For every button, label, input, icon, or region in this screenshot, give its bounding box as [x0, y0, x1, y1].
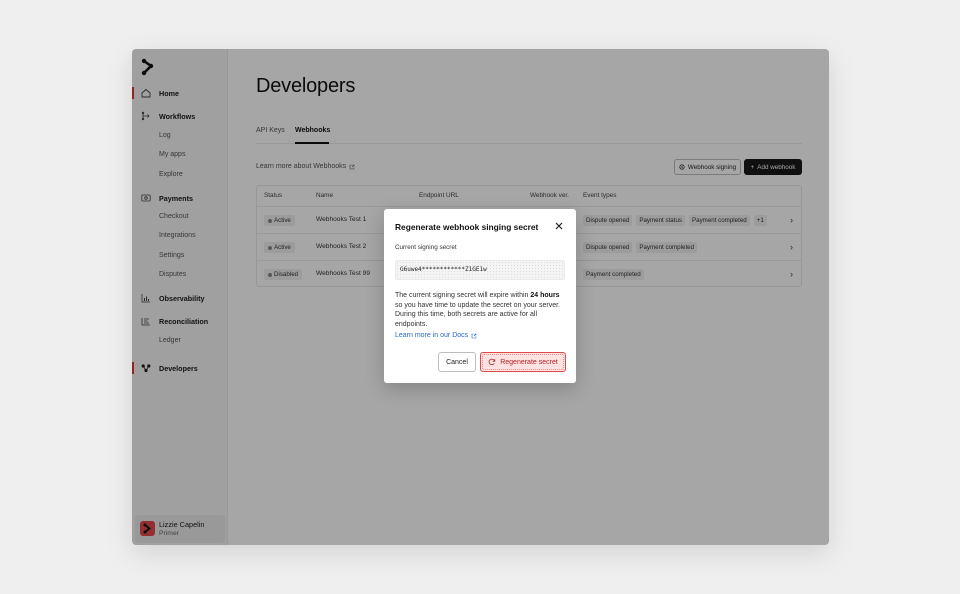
dialog-title: Regenerate webhook singing secret — [395, 222, 539, 232]
expiry-notice: The current signing secret will expire w… — [395, 292, 560, 328]
cancel-label: Cancel — [446, 358, 468, 366]
regenerate-secret-dialog: Regenerate webhook singing secret Curren… — [384, 209, 576, 383]
regenerate-secret-button[interactable]: Regenerate secret — [480, 352, 566, 372]
close-icon[interactable] — [554, 221, 564, 231]
secret-field[interactable]: G6uwe4************Z1GE1w — [395, 260, 565, 280]
docs-link[interactable]: Learn more in our Docs — [395, 332, 477, 339]
secret-label: Current signing secret — [395, 244, 457, 251]
external-link-icon — [471, 333, 477, 338]
regenerate-label: Regenerate secret — [500, 358, 558, 366]
app-window: Home Workflows Log My apps Explore Payme… — [132, 49, 829, 545]
refresh-icon — [488, 358, 496, 366]
cancel-button[interactable]: Cancel — [438, 352, 476, 372]
docs-link-label: Learn more in our Docs — [395, 332, 469, 339]
